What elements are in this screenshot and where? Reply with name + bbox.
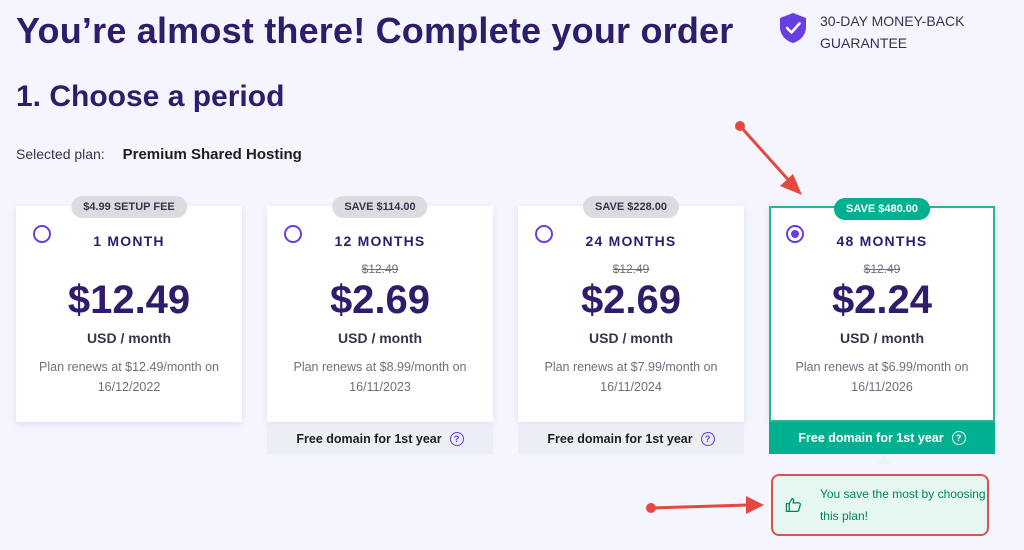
annotation-arrow-top [735, 121, 802, 195]
annotation-arrow-bottom [646, 496, 764, 514]
annotation-arrows [646, 121, 802, 514]
